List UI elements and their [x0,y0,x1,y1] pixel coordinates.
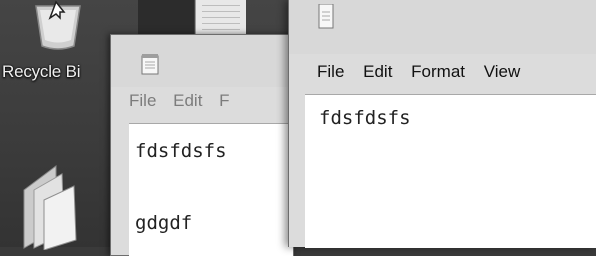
recycle-bin-label[interactable]: Recycle Bi [2,62,81,82]
notepad-icon [141,54,159,75]
notepad-window-front[interactable]: File Edit Format View fdsfdsfs [288,0,596,248]
notepad-icon [318,4,334,29]
menu-bar: File Edit Format View [317,62,596,88]
recycle-bin-icon[interactable] [30,0,86,52]
menu-format[interactable]: F [219,91,229,110]
notepad-window-back[interactable]: File Edit F fdsfdsfs gdgdf [110,34,294,256]
menu-file[interactable]: File [129,91,156,110]
folder-icon[interactable] [14,160,84,250]
menu-edit[interactable]: Edit [173,91,202,110]
window-titlebar[interactable] [289,0,596,54]
menu-bar: File Edit F [129,91,293,117]
menu-file[interactable]: File [317,62,344,81]
text-line: fdsfdsfs [135,140,227,162]
menu-view[interactable]: View [484,62,521,81]
menu-edit[interactable]: Edit [363,62,392,81]
text-editor[interactable]: fdsfdsfs [305,94,596,248]
text-line: fdsfdsfs [319,107,411,129]
text-line: gdgdf [135,212,193,234]
menu-format[interactable]: Format [411,62,465,81]
text-editor[interactable]: fdsfdsfs gdgdf [129,123,293,256]
window-titlebar[interactable] [111,35,293,87]
